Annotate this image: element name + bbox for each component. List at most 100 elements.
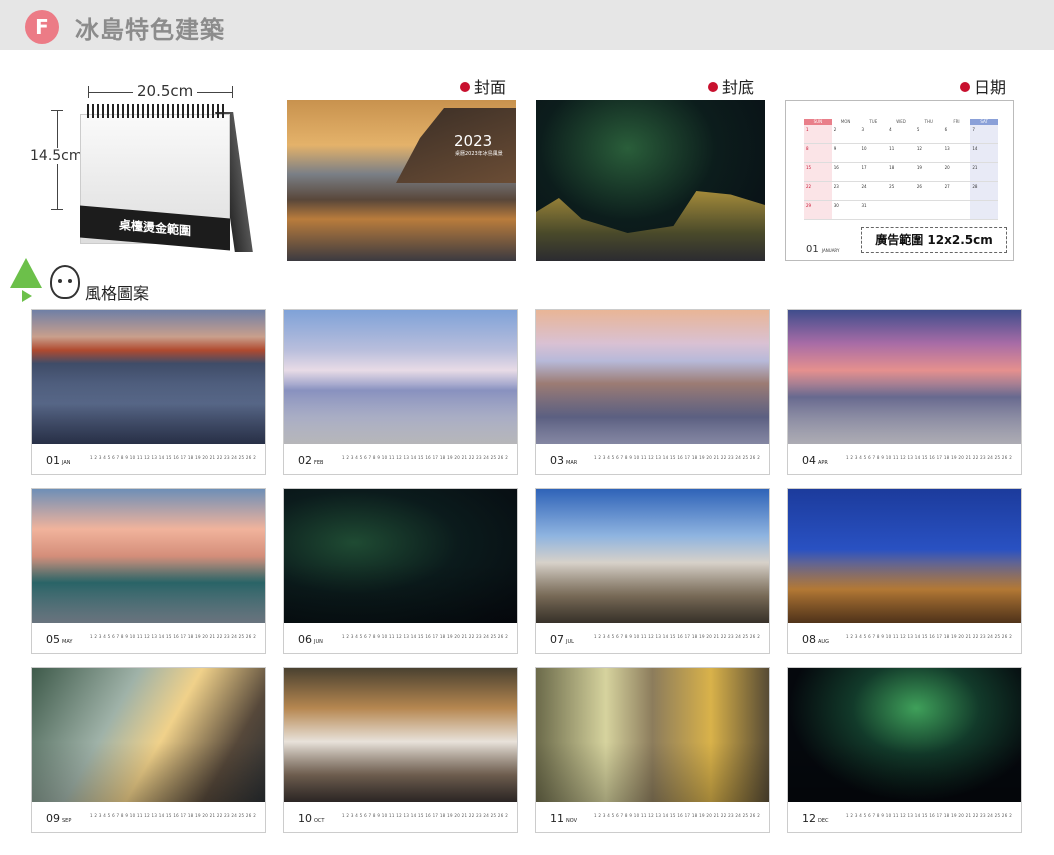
style-label: 風格圖案 <box>85 284 150 303</box>
date-cell: 2 <box>833 127 837 132</box>
width-label: 20.5cm <box>133 82 198 100</box>
month-card[interactable]: 01 JAN 1 2 3 4 5 6 7 8 9 10 11 12 13 14 15… <box>31 309 266 475</box>
month-footer: 11 NOV 1 2 3 4 5 6 7 8 9 10 11 12 13 14 15… <box>536 802 769 832</box>
month-photo <box>284 310 517 444</box>
date-cell: 28 <box>970 182 999 200</box>
date-cell <box>970 201 999 219</box>
month-card[interactable]: 02 FEB 1 2 3 4 5 6 7 8 9 10 11 12 13 14 15… <box>283 309 518 475</box>
date-cell: 10 <box>861 146 867 151</box>
mini-date-strip: 1 2 3 4 5 6 7 8 9 10 11 12 13 14 15 16 1… <box>342 455 508 460</box>
month-number-label: 10 OCT <box>298 812 324 825</box>
date-cell: 17 <box>861 165 867 170</box>
date-row: 12 3 4 5 6 7 <box>804 125 999 144</box>
month-card[interactable]: 05 MAY 1 2 3 4 5 6 7 8 9 10 11 12 13 14 15… <box>31 488 266 654</box>
photo-shade <box>536 741 769 802</box>
month-number-label: 01 JAN <box>46 454 71 467</box>
month-number-label: 06 JUN <box>298 633 323 646</box>
date-cell: 22 <box>804 182 832 200</box>
back-label-text: 封底 <box>722 78 755 97</box>
red-dot-icon <box>960 82 970 92</box>
green-arrow-icon <box>22 290 32 302</box>
mini-date-strip: 1 2 3 4 5 6 7 8 9 10 11 12 13 14 15 16 1… <box>90 813 256 818</box>
month-photo <box>536 310 769 444</box>
trees-shape <box>536 191 765 261</box>
mini-date-strip: 1 2 3 4 5 6 7 8 9 10 11 12 13 14 15 16 1… <box>342 634 508 639</box>
date-label-text: 日期 <box>974 78 1007 97</box>
mini-date-strip: 1 2 3 4 5 6 7 8 9 10 11 12 13 14 15 16 1… <box>846 634 1012 639</box>
month-number: 09 <box>46 812 60 825</box>
date-row: 22 23 24 25 26 27 28 <box>804 182 999 201</box>
date-cell: 30 <box>833 203 839 208</box>
mini-date-strip: 1 2 3 4 5 6 7 8 9 10 11 12 13 14 15 16 1… <box>90 455 256 460</box>
month-photo <box>284 489 517 623</box>
month-card[interactable]: 10 OCT 1 2 3 4 5 6 7 8 9 10 11 12 13 14 15… <box>283 667 518 833</box>
month-number: 12 <box>802 812 816 825</box>
month-abbr: DEC <box>818 818 829 824</box>
cover-subtitle: 桌曆2023年冰島風景 <box>455 151 503 157</box>
month-number-label: 07 JUL <box>550 633 574 646</box>
month-photo <box>32 489 265 623</box>
month-abbr: NOV <box>566 818 578 824</box>
mini-date-strip: 1 2 3 4 5 6 7 8 9 10 11 12 13 14 15 16 1… <box>594 455 760 460</box>
month-number-label: 09 SEP <box>46 812 71 825</box>
month-number-label: 02 FEB <box>298 454 323 467</box>
month-number: 07 <box>550 633 564 646</box>
date-cell: 25 <box>889 184 895 189</box>
cover-label-text: 封面 <box>474 78 507 97</box>
date-row: 15 16 17 18 19 20 21 <box>804 163 999 182</box>
mini-date-strip: 1 2 3 4 5 6 7 8 9 10 11 12 13 14 15 16 1… <box>846 455 1012 460</box>
month-number: 05 <box>46 633 60 646</box>
photo-shade <box>32 741 265 802</box>
date-grid: SUN MON TUE WED THU FRI SAT 1234567 8 9 10… <box>804 119 999 223</box>
date-cell: 6 <box>944 127 948 132</box>
month-footer: 05 MAY 1 2 3 4 5 6 7 8 9 10 11 12 13 14 15… <box>32 623 265 653</box>
section-badge: F <box>25 10 59 44</box>
date-row: 29 30 31 <box>804 201 999 220</box>
month-card[interactable]: 04 APR 1 2 3 4 5 6 7 8 9 10 11 12 13 14 15… <box>787 309 1022 475</box>
date-month-number: 01 <box>806 244 819 255</box>
month-abbr: JAN <box>62 460 71 466</box>
photo-shade <box>32 383 265 444</box>
mini-date-strip: 1 2 3 4 5 6 7 8 9 10 11 12 13 14 15 16 1… <box>90 634 256 639</box>
mini-date-strip: 1 2 3 4 5 6 7 8 9 10 11 12 13 14 15 16 1… <box>594 813 760 818</box>
date-cell: 26 <box>916 184 922 189</box>
month-card[interactable]: 06 JUN 1 2 3 4 5 6 7 8 9 10 11 12 13 14 15… <box>283 488 518 654</box>
date-cell: 19 <box>916 165 922 170</box>
date-cell: 27 <box>944 184 950 189</box>
month-photo <box>536 668 769 802</box>
spiral-binding <box>87 104 227 118</box>
date-cell <box>915 201 943 219</box>
month-photo <box>788 310 1021 444</box>
month-footer: 10 OCT 1 2 3 4 5 6 7 8 9 10 11 12 13 14 15… <box>284 802 517 832</box>
month-number: 11 <box>550 812 564 825</box>
photo-shade <box>32 562 265 623</box>
month-abbr: MAY <box>62 639 73 645</box>
month-photo <box>788 489 1021 623</box>
photo-shade <box>284 741 517 802</box>
month-footer: 12 DEC 1 2 3 4 5 6 7 8 9 10 11 12 13 14 15… <box>788 802 1021 832</box>
month-number: 03 <box>550 454 564 467</box>
date-cell <box>887 201 915 219</box>
month-number-label: 03 MAR <box>550 454 577 467</box>
month-card[interactable]: 03 MAR 1 2 3 4 5 6 7 8 9 10 11 12 13 14 15… <box>535 309 770 475</box>
photo-shade <box>788 562 1021 623</box>
month-card[interactable]: 07 JUL 1 2 3 4 5 6 7 8 9 10 11 12 13 14 15… <box>535 488 770 654</box>
date-cell: 23 <box>833 184 839 189</box>
month-card[interactable]: 11 NOV 1 2 3 4 5 6 7 8 9 10 11 12 13 14 15… <box>535 667 770 833</box>
month-card[interactable]: 09 SEP 1 2 3 4 5 6 7 8 9 10 11 12 13 14 15… <box>31 667 266 833</box>
month-card[interactable]: 12 DEC 1 2 3 4 5 6 7 8 9 10 11 12 13 14 15… <box>787 667 1022 833</box>
date-row: 8 9 10 11 12 13 14 <box>804 144 999 163</box>
date-cell: 24 <box>861 184 867 189</box>
date-cell <box>943 201 971 219</box>
red-dot-icon <box>460 82 470 92</box>
month-card[interactable]: 08 AUG 1 2 3 4 5 6 7 8 9 10 11 12 13 14 15… <box>787 488 1022 654</box>
photo-shade <box>536 562 769 623</box>
date-cell: 31 <box>861 203 867 208</box>
month-footer: 02 FEB 1 2 3 4 5 6 7 8 9 10 11 12 13 14 15… <box>284 444 517 474</box>
green-triangle-icon <box>10 258 42 288</box>
cover-year: 2023 <box>454 132 493 150</box>
month-photo <box>788 668 1021 802</box>
face-icon <box>50 265 80 299</box>
month-photo <box>32 310 265 444</box>
month-abbr: JUL <box>566 639 574 645</box>
